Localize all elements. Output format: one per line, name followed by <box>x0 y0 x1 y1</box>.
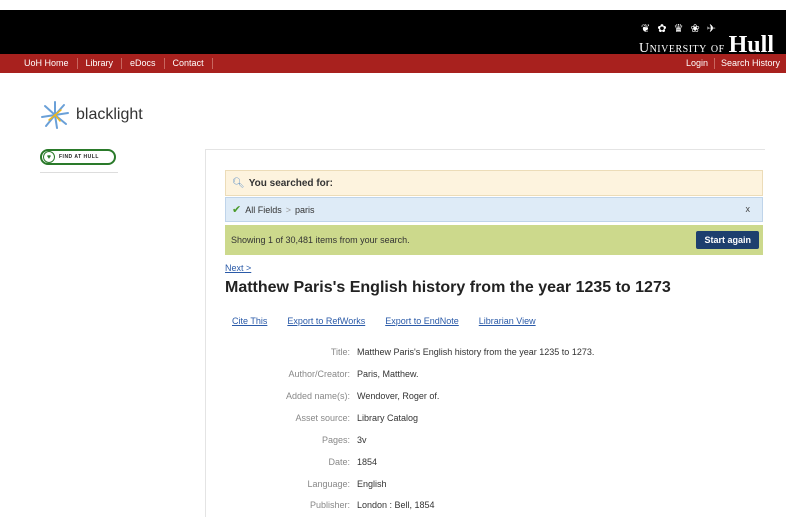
login-link[interactable]: Login <box>680 58 715 69</box>
export-refworks-link[interactable]: Export to RefWorks <box>287 316 365 326</box>
constraint-separator: > <box>285 204 291 215</box>
content-vertical-divider <box>205 150 206 517</box>
record-title: Matthew Paris's English history from the… <box>225 279 671 296</box>
university-crest-icon: ❦ ✿ ♛ ❀ ✈ <box>641 23 718 35</box>
find-at-hull-label: FIND AT HULL <box>59 154 99 160</box>
field-row-added-names: Added name(s): Wendover, Roger of. <box>225 391 745 405</box>
search-constraint: ✔ All Fields > paris x <box>225 197 763 222</box>
blacklight-logo[interactable]: blacklight <box>40 100 143 130</box>
blacklight-wordmark: blacklight <box>76 106 143 123</box>
field-label: Language: <box>307 479 350 489</box>
field-value: Paris, Matthew. <box>357 369 419 379</box>
nav-link-edocs[interactable]: eDocs <box>122 58 165 69</box>
content-divider <box>205 149 765 150</box>
field-label: Title: <box>330 347 350 357</box>
field-label: Pages: <box>321 435 350 445</box>
field-row-language: Language: English <box>225 479 745 493</box>
field-value: London : Bell, 1854 <box>357 500 435 510</box>
field-label: Asset source: <box>295 413 350 423</box>
you-searched-for-label: You searched for: <box>248 177 333 189</box>
field-row-author: Author/Creator: Paris, Matthew. <box>225 369 745 383</box>
export-endnote-link[interactable]: Export to EndNote <box>385 316 459 326</box>
field-row-title: Title: Matthew Paris's English history f… <box>225 347 745 361</box>
search-history-link[interactable]: Search History <box>715 58 786 69</box>
field-row-asset-source: Asset source: Library Catalog <box>225 413 745 427</box>
remove-constraint-button[interactable]: x <box>746 204 751 214</box>
record-tools: Cite This Export to RefWorks Export to E… <box>232 316 556 326</box>
constraint-value: paris <box>295 204 315 215</box>
shield-icon: ♥ <box>43 151 55 163</box>
main-nav: UoH Home Library eDocs Contact Login Sea… <box>0 54 786 73</box>
field-row-pages: Pages: 3v <box>225 435 745 449</box>
field-value: 3v <box>357 435 367 445</box>
sidebar-divider <box>40 172 118 173</box>
field-value: English <box>357 479 387 489</box>
check-icon: ✔ <box>232 204 242 216</box>
field-value: Matthew Paris's English history from the… <box>357 347 595 357</box>
librarian-view-link[interactable]: Librarian View <box>479 316 536 326</box>
nav-link-library[interactable]: Library <box>78 58 123 69</box>
field-value: 1854 <box>357 457 378 467</box>
constraint-field-name: All Fields <box>245 204 282 215</box>
results-count-text: Showing 1 of 30,481 items from your sear… <box>231 235 410 245</box>
next-result-link[interactable]: Next > <box>225 263 251 273</box>
magnifier-icon: 🔍︎ <box>232 177 245 189</box>
cite-this-link[interactable]: Cite This <box>232 316 267 326</box>
field-row-date: Date: 1854 <box>225 457 745 471</box>
nav-link-uoh-home[interactable]: UoH Home <box>0 58 78 69</box>
start-again-button[interactable]: Start again <box>696 231 759 249</box>
field-label: Author/Creator: <box>288 369 350 379</box>
field-row-publisher: Publisher: London : Bell, 1854 <box>225 500 745 514</box>
field-value: Wendover, Roger of. <box>357 391 440 401</box>
nav-link-contact[interactable]: Contact <box>165 58 213 69</box>
field-label: Publisher: <box>309 500 350 510</box>
field-label: Date: <box>328 457 350 467</box>
blacklight-burst-icon <box>41 101 69 129</box>
you-searched-for-panel: 🔍︎ You searched for: <box>225 170 763 196</box>
field-value: Library Catalog <box>357 413 419 423</box>
field-label: Added name(s): <box>285 391 350 401</box>
find-at-hull-badge[interactable]: ♥ FIND AT HULL <box>40 149 116 165</box>
results-count-panel: Showing 1 of 30,481 items from your sear… <box>225 225 763 255</box>
top-banner: ❦ ✿ ♛ ❀ ✈ University of Hull <box>0 10 786 57</box>
